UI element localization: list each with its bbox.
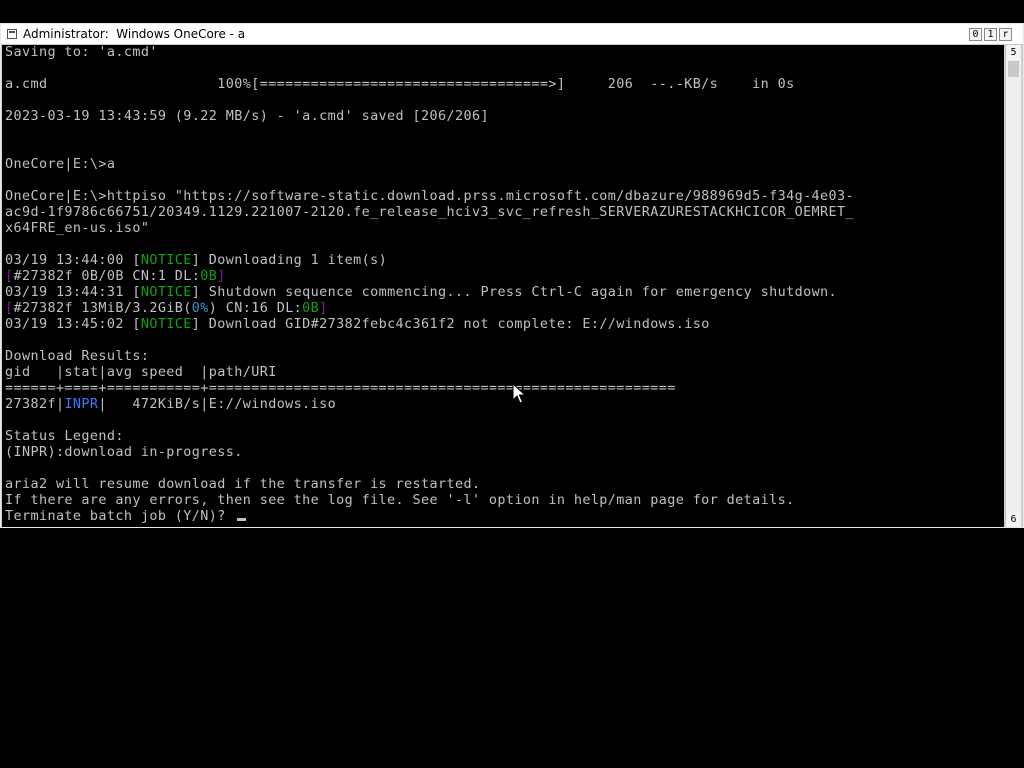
console-line: gid |stat|avg speed |path/URI	[5, 365, 854, 381]
console-text: #27382f 0B/0B CN:1 DL:	[13, 269, 201, 284]
console-text: | 472KiB/s|E://windows.iso	[98, 397, 337, 412]
console-text: ======+====+===========+================…	[5, 381, 676, 396]
console-text: 0%	[191, 301, 209, 316]
console-text: If there are any errors, then see the lo…	[5, 493, 795, 508]
console-text: NOTICE	[140, 317, 192, 332]
console-line: [#27382f 13MiB/3.2GiB(0%) CN:16 DL:0B]	[5, 301, 854, 317]
console-text: [	[5, 301, 14, 316]
console-text: INPR	[64, 397, 99, 412]
console-text: ac9d-1f9786c66751/20349.1129.221007-2120…	[5, 205, 855, 220]
console-line: x64FRE_en-us.iso"	[5, 221, 854, 237]
console-text: ]	[319, 301, 328, 316]
console-line: ======+====+===========+================…	[5, 381, 854, 397]
console-text: x64FRE_en-us.iso"	[5, 221, 150, 236]
console-line: 03/19 13:44:31 [NOTICE] Shutdown sequenc…	[5, 285, 854, 301]
console-line: Download Results:	[5, 349, 854, 365]
console-line: If there are any errors, then see the lo…	[5, 493, 854, 509]
console-text: OneCore|E:\>a	[5, 157, 116, 172]
console-text: Saving to: 'a.cmd'	[5, 45, 158, 60]
mouse-pointer-icon	[512, 383, 526, 404]
console-text: 03/19 13:44:00 [	[5, 253, 141, 268]
console-line: Status Legend:	[5, 429, 854, 445]
text-cursor	[237, 518, 247, 521]
console-text: ]	[217, 269, 226, 284]
console-text: gid |stat|avg speed |path/URI	[5, 365, 277, 380]
console-text: 2023-03-19 13:43:59 (9.22 MB/s) - 'a.cmd…	[5, 109, 489, 124]
console-line: OneCore|E:\>a	[5, 157, 854, 173]
console-text: #27382f 13MiB/3.2GiB(	[13, 301, 192, 316]
console-line: 03/19 13:45:02 [NOTICE] Download GID#273…	[5, 317, 854, 333]
console-text: aria2 will resume download if the transf…	[5, 477, 481, 492]
console-text: Download Results:	[5, 349, 150, 364]
console-line: (INPR):download in-progress.	[5, 445, 854, 461]
console-text: 27382f|	[5, 397, 65, 412]
console-output[interactable]: Saving to: 'a.cmd' a.cmd 100%[===========…	[2, 45, 1004, 527]
console-text: Terminate batch job (Y/N)?	[5, 509, 235, 524]
maximize-button[interactable]: 1	[984, 28, 997, 41]
console-text: ] Shutdown sequence commencing... Press …	[191, 285, 838, 300]
vertical-scrollbar[interactable]: 5 6	[1005, 45, 1021, 527]
console-text: NOTICE	[140, 285, 192, 300]
console-line: OneCore|E:\>httpiso "https://software-st…	[5, 189, 854, 205]
console-lines: Saving to: 'a.cmd' a.cmd 100%[===========…	[5, 45, 854, 525]
console-line: 27382f|INPR| 472KiB/s|E://windows.iso	[5, 397, 854, 413]
console-text: a.cmd 100%[=============================…	[5, 77, 795, 92]
console-text: NOTICE	[140, 253, 192, 268]
console-line: 03/19 13:44:00 [NOTICE] Downloading 1 it…	[5, 253, 854, 269]
console-app-icon[interactable]	[7, 29, 17, 39]
console-text: (INPR):download in-progress.	[5, 445, 243, 460]
console-line: a.cmd 100%[=============================…	[5, 77, 854, 93]
console-text: 03/19 13:44:31 [	[5, 285, 141, 300]
console-line: aria2 will resume download if the transf…	[5, 477, 854, 493]
minimize-button[interactable]: 0	[969, 28, 982, 41]
console-line: Terminate batch job (Y/N)?	[5, 509, 854, 525]
window-title: Administrator: Windows OneCore - a	[23, 27, 246, 41]
console-line: Saving to: 'a.cmd'	[5, 45, 854, 61]
console-text: Status Legend:	[5, 429, 124, 444]
title-bar[interactable]: Administrator: Windows OneCore - a 0 1 r	[1, 24, 1023, 45]
scroll-up-button[interactable]: 5	[1007, 45, 1020, 60]
scroll-down-button[interactable]: 6	[1007, 512, 1020, 527]
console-window[interactable]: Administrator: Windows OneCore - a 0 1 r…	[0, 23, 1024, 528]
console-text: ] Download GID#27382febc4c361f2 not comp…	[191, 317, 710, 332]
console-text: 03/19 13:45:02 [	[5, 317, 141, 332]
console-line: ac9d-1f9786c66751/20349.1129.221007-2120…	[5, 205, 854, 221]
scrollbar-thumb[interactable]	[1008, 61, 1019, 77]
console-text: OneCore|E:\>httpiso "https://software-st…	[5, 189, 855, 204]
console-line: [#27382f 0B/0B CN:1 DL:0B]	[5, 269, 854, 285]
console-text: ] Downloading 1 item(s)	[191, 253, 388, 268]
console-text: 0B	[302, 301, 320, 316]
console-text: 0B	[200, 269, 218, 284]
console-text: [	[5, 269, 14, 284]
console-line: 2023-03-19 13:43:59 (9.22 MB/s) - 'a.cmd…	[5, 109, 854, 125]
console-text: ) CN:16 DL:	[208, 301, 303, 316]
close-button[interactable]: r	[999, 28, 1012, 41]
